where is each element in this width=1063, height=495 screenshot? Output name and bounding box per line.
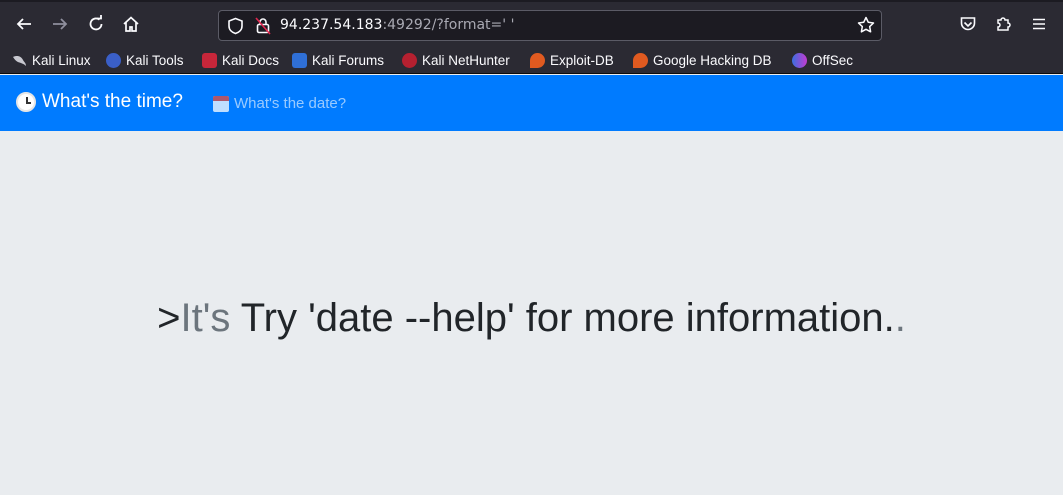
extensions-button[interactable] xyxy=(990,10,1018,38)
browser-toolbar: 94.237.54.183:49292/?format=' ' xyxy=(0,0,1063,46)
bookmark-kali-forums[interactable]: Kali Forums xyxy=(292,50,384,70)
ghdb-icon xyxy=(633,52,648,68)
bookmark-label: OffSec xyxy=(812,52,854,68)
bookmark-label: Kali Docs xyxy=(222,52,280,68)
navbar-brand-text: What's the time? xyxy=(42,91,183,112)
shield-icon[interactable] xyxy=(227,17,244,39)
bookmark-google-hacking-db[interactable]: Google Hacking DB xyxy=(633,50,772,70)
kali-docs-icon xyxy=(202,52,217,68)
bookmark-kali-nethunter[interactable]: Kali NetHunter xyxy=(402,50,510,70)
bookmark-kali-tools[interactable]: Kali Tools xyxy=(106,50,184,70)
calendar-icon xyxy=(213,95,229,112)
message-prefix: > xyxy=(157,296,181,340)
menu-button[interactable] xyxy=(1025,10,1053,38)
back-arrow-icon xyxy=(16,18,31,30)
pocket-icon xyxy=(960,17,976,31)
clock-icon xyxy=(16,92,36,112)
offsec-icon xyxy=(792,52,807,68)
kali-dragon-icon xyxy=(12,53,27,68)
nav-link-date-text: What's the date? xyxy=(234,95,347,112)
reload-icon xyxy=(89,15,103,31)
reload-button[interactable] xyxy=(82,10,110,38)
kali-tools-icon xyxy=(106,52,121,68)
exploit-db-icon xyxy=(530,52,545,68)
pocket-button[interactable] xyxy=(954,10,982,38)
nav-link-date[interactable]: What's the date? xyxy=(213,95,346,112)
forward-arrow-icon xyxy=(53,18,68,30)
bookmark-kali-docs[interactable]: Kali Docs xyxy=(202,50,279,70)
bookmark-label: Google Hacking DB xyxy=(653,52,772,68)
main-content: >It's Try 'date --help' for more informa… xyxy=(0,131,1063,495)
message-muted: It's xyxy=(180,296,231,340)
url-host: 94.237.54.183 xyxy=(280,17,383,33)
hamburger-menu-icon xyxy=(1033,18,1045,30)
home-button[interactable] xyxy=(117,10,145,38)
bookmark-exploit-db[interactable]: Exploit-DB xyxy=(530,50,614,70)
bookmark-label: Kali NetHunter xyxy=(422,52,510,68)
forward-button[interactable] xyxy=(46,10,74,38)
bookmark-label: Kali Forums xyxy=(312,52,385,68)
bookmark-offsec[interactable]: OffSec xyxy=(792,50,853,70)
url-bar[interactable]: 94.237.54.183:49292/?format=' ' xyxy=(218,10,882,41)
home-icon xyxy=(123,16,139,32)
bookmark-star-icon[interactable] xyxy=(857,16,875,38)
navbar-brand[interactable]: What's the time? xyxy=(16,91,183,113)
message-suffix: . xyxy=(894,296,906,340)
bookmark-label: Exploit-DB xyxy=(550,52,614,68)
time-output-message: >It's Try 'date --help' for more informa… xyxy=(0,296,1063,341)
insecure-lock-icon[interactable] xyxy=(255,17,271,39)
message-text: Try 'date --help' for more information. xyxy=(230,296,895,340)
nethunter-icon xyxy=(402,52,417,68)
url-path: :49292/?format=' ' xyxy=(382,17,515,33)
bookmark-label: Kali Linux xyxy=(32,52,91,68)
puzzle-icon xyxy=(997,17,1011,31)
bookmarks-bar: Kali Linux Kali Tools Kali Docs Kali For… xyxy=(0,46,1063,74)
bookmark-kali-linux[interactable]: Kali Linux xyxy=(12,50,91,70)
kali-forums-icon xyxy=(292,52,307,68)
site-navbar: What's the time? What's the date? xyxy=(0,75,1063,131)
bookmark-label: Kali Tools xyxy=(126,52,184,68)
url-text[interactable]: 94.237.54.183:49292/?format=' ' xyxy=(280,17,514,33)
back-button[interactable] xyxy=(10,10,38,38)
